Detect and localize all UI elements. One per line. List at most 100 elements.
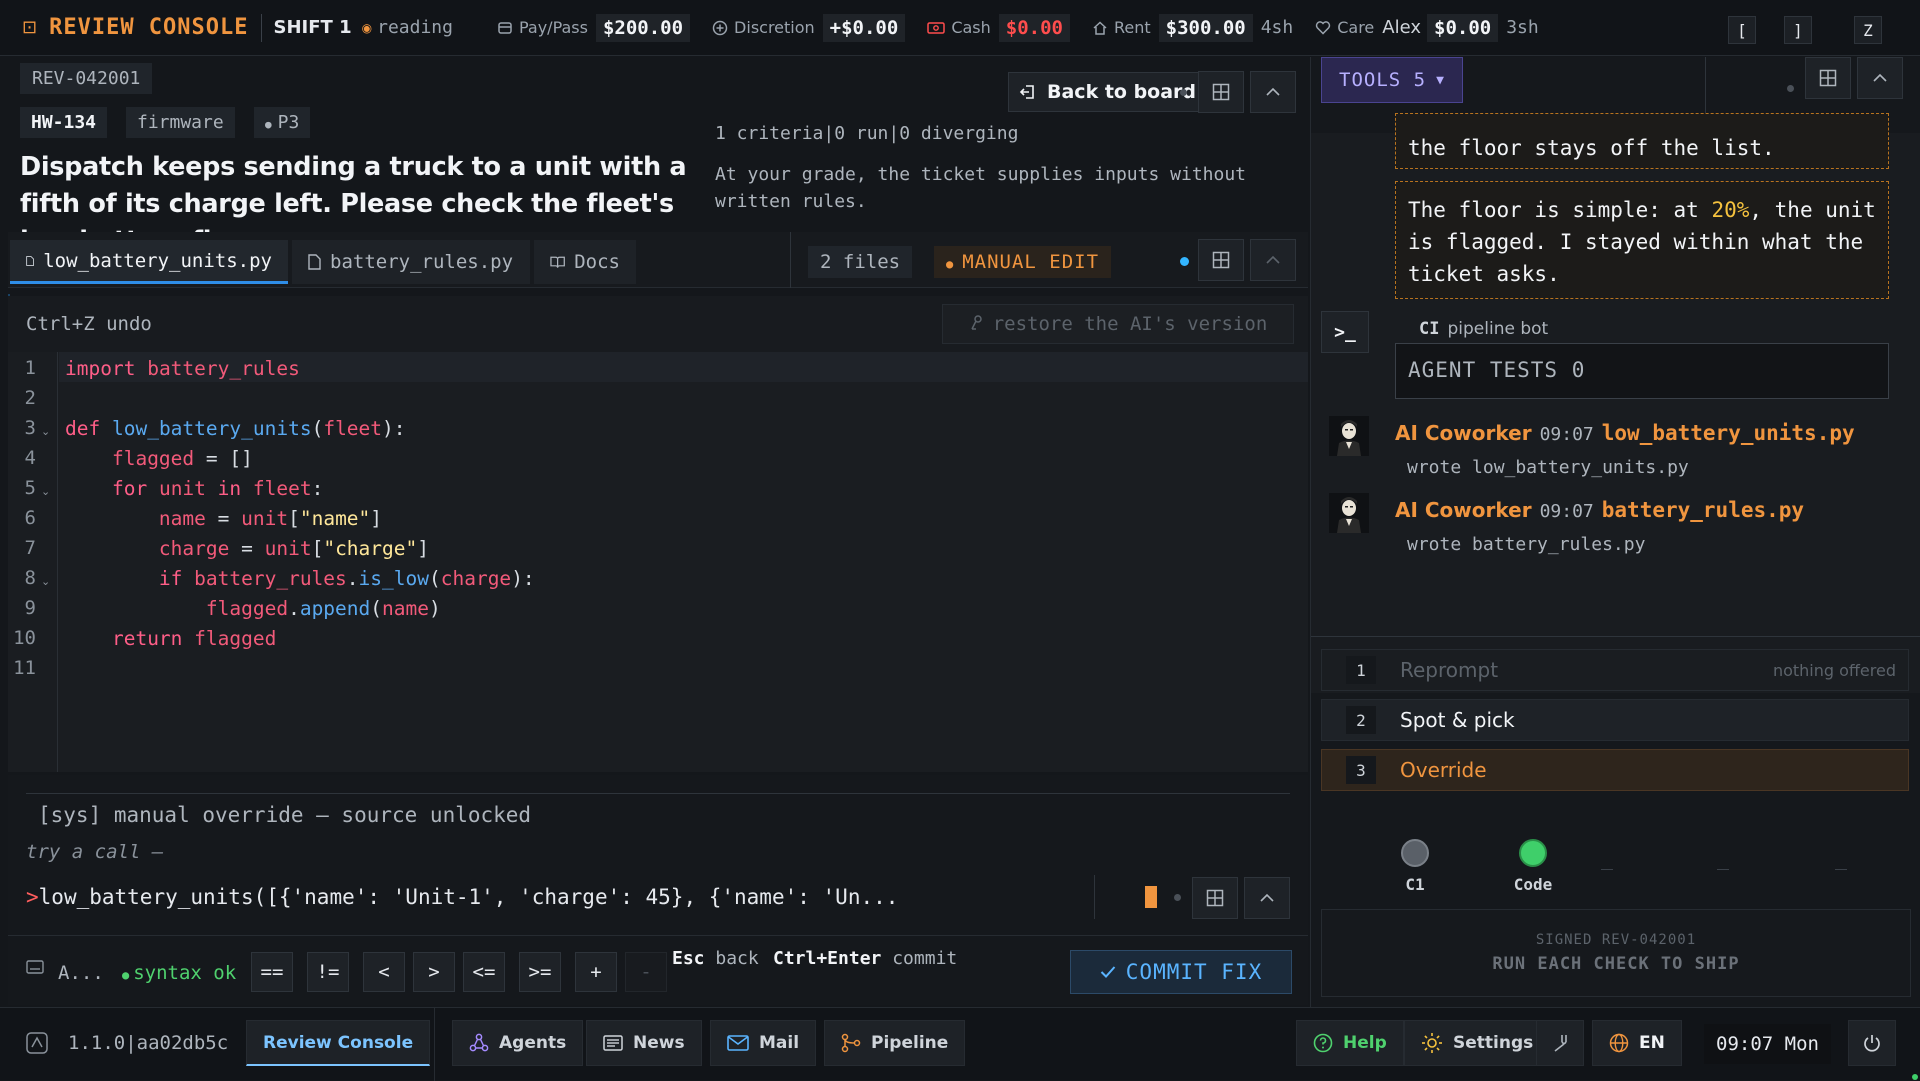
code-line: flagged = [] (65, 447, 253, 470)
message-time: 09:07 (1539, 424, 1594, 445)
back-to-board-button[interactable]: Back to board (1008, 72, 1208, 112)
key-z-button[interactable]: Z (1854, 16, 1882, 44)
fold-chevron-icon[interactable]: ⌄ (41, 575, 50, 588)
divider (1094, 875, 1095, 919)
commit-fix-label: COMMIT FIX (1125, 960, 1263, 984)
check-node-c1[interactable]: C1 (1375, 839, 1455, 894)
grid-icon (1819, 69, 1837, 87)
collapse-button[interactable] (1250, 239, 1296, 281)
restore-ai-version-button[interactable]: restore the AI's version (942, 304, 1294, 344)
code-line: name = unit["name"] (65, 507, 382, 530)
tab-battery-rules[interactable]: battery_rules.py (292, 240, 530, 284)
op-less-equal-button[interactable]: <= (463, 952, 505, 992)
keyboard-icon[interactable] (26, 960, 44, 974)
tab-docs[interactable]: Docs (534, 240, 636, 284)
layout-grid-button[interactable] (1805, 57, 1851, 99)
code-token: name (382, 597, 429, 620)
file-link[interactable]: battery_rules.py (1602, 498, 1804, 522)
app-logo-icon[interactable] (26, 1032, 48, 1054)
autocomplete-label[interactable]: A... (58, 962, 104, 984)
undo-hint: Ctrl+Z undo (26, 313, 152, 335)
manual-edit-badge: ● MANUAL EDIT (934, 246, 1112, 278)
footer-tab-label: News (633, 1033, 685, 1053)
language-button[interactable]: EN (1592, 1020, 1682, 1066)
code-token: "charge" (323, 537, 418, 560)
footer-tab-label: Review Console (263, 1032, 414, 1053)
key-bracket-left-button[interactable]: [ (1728, 16, 1756, 44)
op-minus-button[interactable]: - (625, 952, 667, 992)
footer-tab-agents[interactable]: Agents (452, 1020, 584, 1066)
tools-dropdown-button[interactable]: TOOLS 5 ▼ (1321, 57, 1463, 103)
fold-chevron-icon[interactable]: ⌄ (41, 485, 50, 498)
coworker-name: AI Coworker (1395, 421, 1532, 445)
option-spot-and-pick[interactable]: 2 Spot & pick (1321, 699, 1909, 741)
coworker-message-header: AI Coworker 09:07 low_battery_units.py (1395, 421, 1855, 445)
review-id: REV-042001 (20, 63, 153, 94)
layout-grid-button[interactable] (1192, 877, 1238, 919)
code-editor[interactable]: 1 2 3 ⌄ 4 5 ⌄ 6 7 8 ⌄ 9 10 11 import bat… (8, 352, 1308, 772)
ship-button[interactable]: SIGNED REV-042001 RUN EACH CHECK TO SHIP (1321, 909, 1911, 997)
footer-tab-mail[interactable]: Mail (710, 1020, 817, 1066)
code-token: ): (511, 567, 535, 590)
audio-button[interactable] (1536, 1020, 1584, 1066)
code-token: charge (158, 537, 230, 560)
check-placeholder (1601, 869, 1613, 870)
console-logo-icon: ⊡ (22, 17, 38, 38)
option-label: Reprompt (1400, 658, 1499, 682)
collapse-button[interactable] (1857, 57, 1903, 99)
code-token: unit (264, 537, 312, 560)
collapse-button[interactable] (1250, 71, 1296, 113)
syntax-status: ● syntax ok (122, 962, 236, 984)
commit-key: Ctrl+Enter (773, 948, 882, 969)
cash-icon (927, 21, 946, 35)
power-button[interactable] (1848, 1020, 1896, 1066)
op-plus-button[interactable]: + (575, 952, 617, 992)
check-label: Code (1513, 875, 1553, 894)
footer-tab-review-console[interactable]: Review Console (246, 1020, 431, 1066)
footer-tab-news[interactable]: News (586, 1020, 702, 1066)
op-greater-than-button[interactable]: > (413, 952, 455, 992)
code-token: = (205, 507, 242, 530)
layout-grid-button[interactable] (1198, 71, 1244, 113)
op-less-than-button[interactable]: < (363, 952, 405, 992)
layout-grid-button[interactable] (1198, 239, 1244, 281)
esc-hint-label: back (715, 948, 759, 969)
divider (1311, 636, 1920, 637)
check-icon (1100, 965, 1116, 979)
console-input[interactable]: >low_battery_units([{'name': 'Unit-1', '… (26, 885, 898, 909)
tab-low-battery-units[interactable]: low_battery_units.py (10, 240, 288, 284)
code-token: = (229, 537, 265, 560)
settings-button[interactable]: Settings (1404, 1020, 1551, 1066)
op-not-equals-button[interactable]: != (307, 952, 349, 992)
file-count-badge: 2 files (808, 246, 913, 278)
footer-tab-pipeline[interactable]: Pipeline (824, 1020, 966, 1066)
status-dot-icon: ◉ (361, 20, 373, 35)
code-token: ): (382, 417, 406, 440)
editor-tab-bar: low_battery_units.py battery_rules.py Do… (8, 232, 1308, 288)
option-override[interactable]: 3 Override (1321, 749, 1909, 791)
code-line: for unit in fleet: (65, 477, 323, 500)
back-to-board-label: Back to board (1047, 81, 1197, 103)
line-number: 9 (24, 597, 36, 619)
console-panel: [sys] manual override — source unlocked … (8, 775, 1308, 935)
code-token: name (158, 507, 206, 530)
cash-label: Cash (951, 18, 991, 37)
collapse-button[interactable] (1244, 877, 1290, 919)
chat-feed[interactable]: the floor stays off the list. The floor … (1311, 113, 1920, 693)
code-token: = [] (194, 447, 253, 470)
op-greater-equal-button[interactable]: >= (519, 952, 561, 992)
key-bracket-right-button[interactable]: ] (1784, 16, 1812, 44)
tools-label: TOOLS 5 (1339, 69, 1427, 91)
check-node-code[interactable]: Code (1493, 839, 1573, 894)
divider (260, 13, 262, 42)
chat-message: The floor is simple: at 20%, the unit is… (1395, 181, 1889, 299)
file-link[interactable]: low_battery_units.py (1602, 421, 1855, 445)
option-reprompt[interactable]: 1 Reprompt nothing offered (1321, 649, 1909, 691)
terminal-button[interactable]: >_ (1321, 311, 1369, 353)
commit-fix-button[interactable]: COMMIT FIX (1070, 950, 1292, 994)
code-token: unit (158, 477, 206, 500)
fold-chevron-icon[interactable]: ⌄ (41, 425, 50, 438)
help-button[interactable]: Help (1296, 1020, 1404, 1066)
connection-indicator (1912, 1074, 1918, 1080)
op-equals-button[interactable]: == (251, 952, 293, 992)
